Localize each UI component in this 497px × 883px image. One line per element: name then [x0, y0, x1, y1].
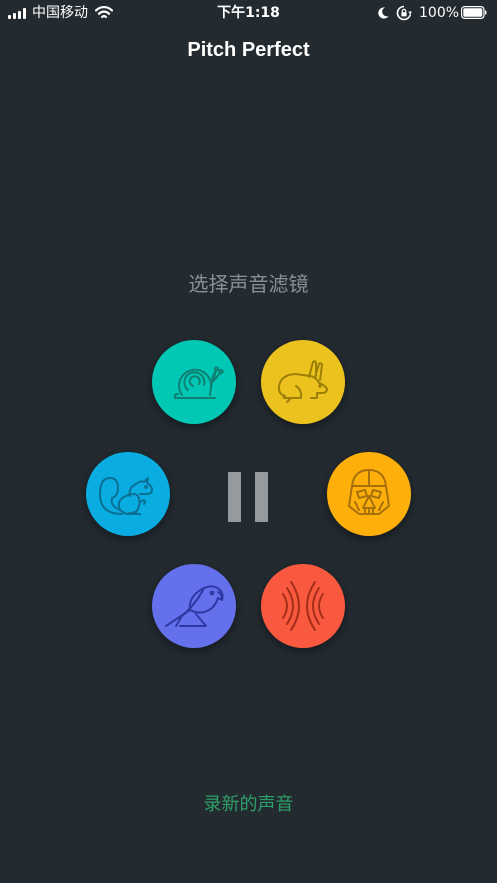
rabbit-icon	[277, 360, 328, 403]
snail-effect-button[interactable]	[152, 340, 236, 424]
parrot-icon	[165, 585, 224, 627]
choose-filter-label: 选择声音滤镜	[188, 272, 309, 296]
rotation-lock-icon	[396, 5, 412, 21]
pause-icon-bar	[255, 472, 268, 522]
reverb-icon	[282, 581, 324, 631]
battery-icon	[461, 6, 487, 19]
snail-icon	[173, 366, 224, 399]
pause-icon	[228, 472, 241, 522]
nav-title: Pitch Perfect	[187, 39, 310, 61]
record-new-sound-button[interactable]: 录新的声音	[0, 792, 497, 818]
battery-percent: 100%	[419, 5, 460, 21]
reverb-effect-button[interactable]	[261, 564, 345, 648]
parrot-effect-button[interactable]	[152, 564, 236, 648]
squirrel-effect-button[interactable]	[86, 452, 170, 536]
squirrel-icon	[99, 477, 153, 515]
darth-vader-icon	[348, 469, 390, 515]
rabbit-effect-button[interactable]	[261, 340, 345, 424]
status-bar: 中国移动 下午1:18 100%	[0, 0, 497, 26]
moon-icon	[378, 7, 389, 19]
pause-button[interactable]	[228, 472, 268, 522]
darth-vader-effect-button[interactable]	[327, 452, 411, 536]
